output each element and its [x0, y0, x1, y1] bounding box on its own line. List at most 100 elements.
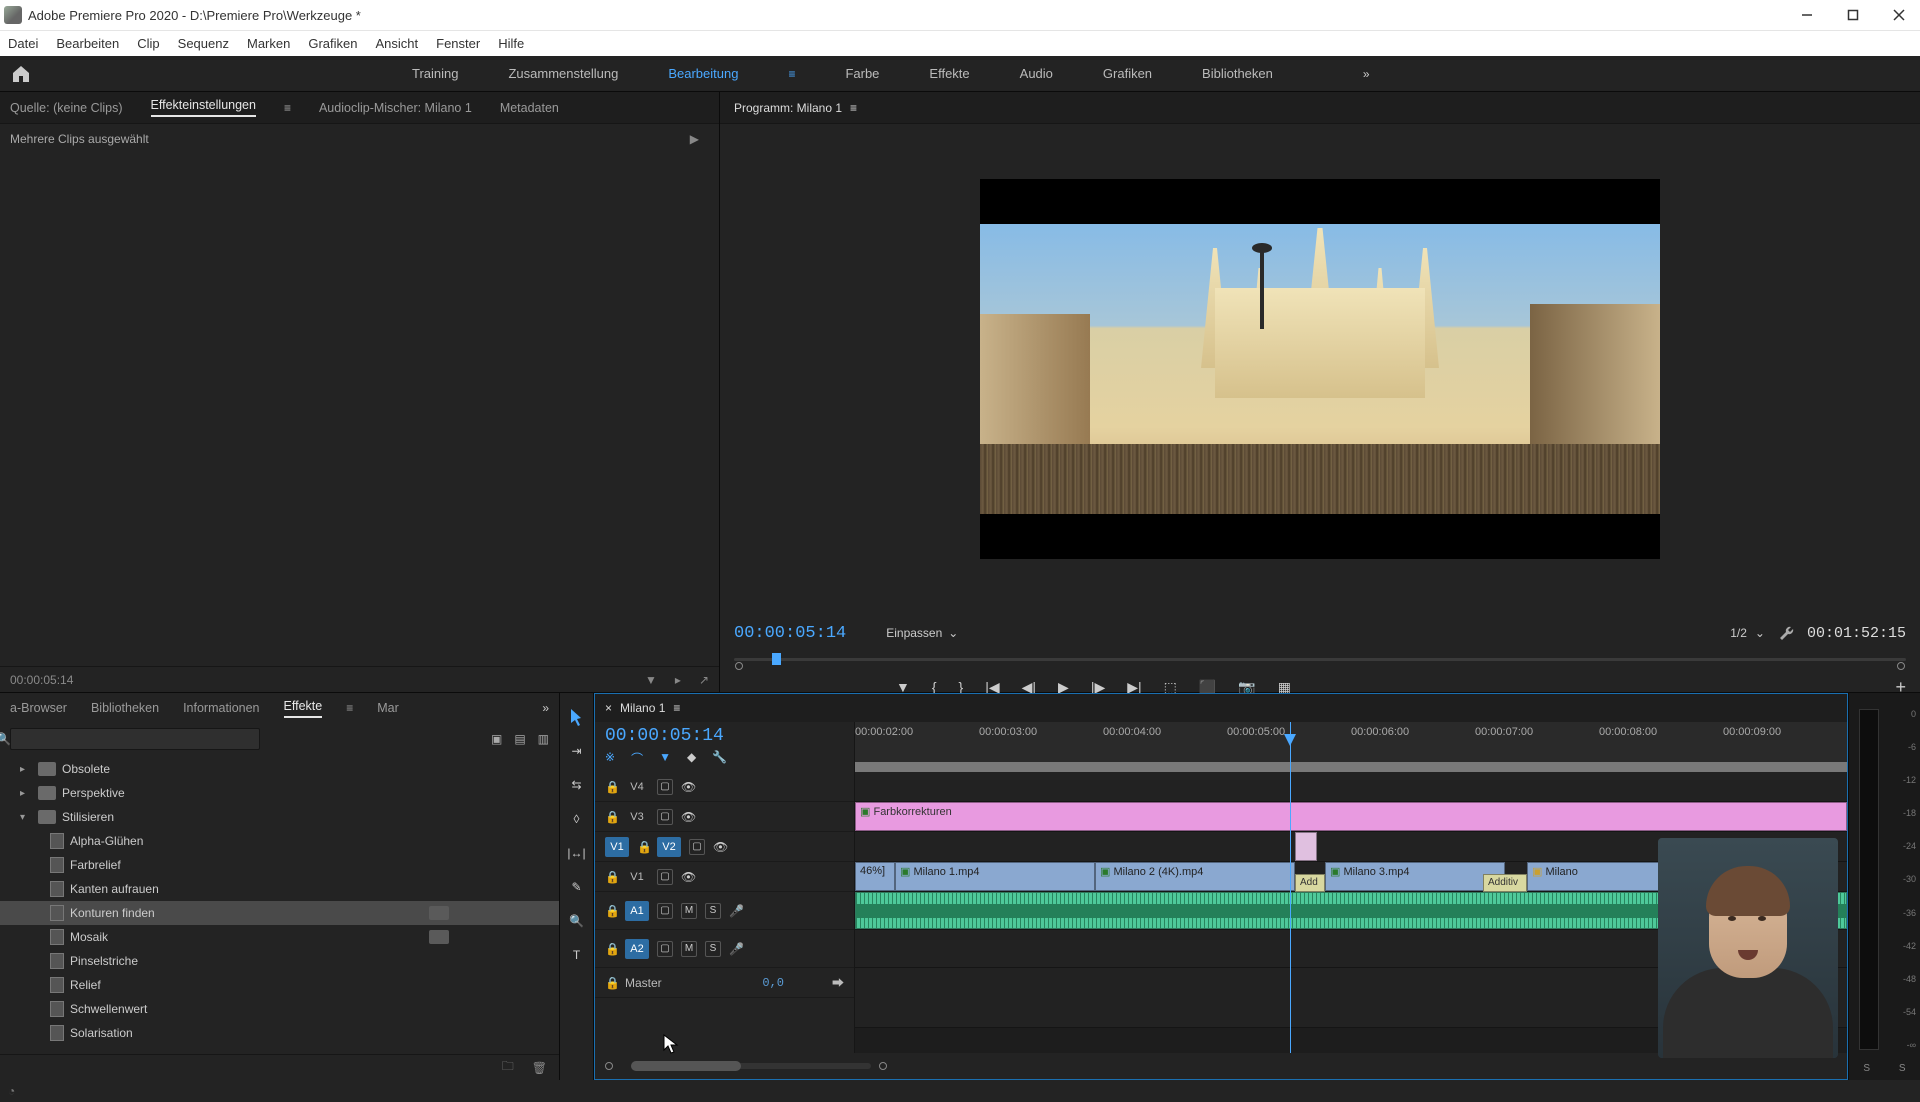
- menu-fenster[interactable]: Fenster: [436, 36, 480, 51]
- settings-icon[interactable]: 🔧: [712, 750, 727, 767]
- program-scrubber[interactable]: [734, 652, 1906, 666]
- tab-metadaten[interactable]: Metadaten: [500, 101, 559, 115]
- snap-icon[interactable]: ※: [605, 750, 615, 767]
- master-value[interactable]: 0,0: [762, 976, 784, 990]
- 32bit-icon[interactable]: ▤: [514, 732, 525, 746]
- tab-mar[interactable]: Mar: [377, 701, 399, 715]
- ripple-tool-icon[interactable]: ⇆: [567, 775, 587, 795]
- program-timecode[interactable]: 00:00:05:14: [734, 624, 846, 643]
- tab-audiomischer[interactable]: Audioclip-Mischer: Milano 1: [319, 101, 472, 115]
- eye-icon[interactable]: 👁: [681, 780, 697, 794]
- ws-effekte[interactable]: Effekte: [929, 66, 969, 81]
- src-a1[interactable]: A1: [625, 901, 649, 921]
- track-master[interactable]: 🔒Master0,0⮕: [595, 968, 854, 998]
- timeline-timecode[interactable]: 00:00:05:14: [605, 726, 844, 746]
- effect-schwellen[interactable]: Schwellenwert: [0, 997, 559, 1021]
- solo-icon[interactable]: S: [705, 903, 721, 919]
- lock-icon[interactable]: 🔒: [605, 976, 617, 990]
- export-icon[interactable]: ↗: [699, 673, 709, 687]
- tab-effekteinst[interactable]: Effekteinstellungen: [151, 98, 256, 117]
- sync-lock-icon[interactable]: ▢: [657, 779, 673, 795]
- menu-bearbeiten[interactable]: Bearbeiten: [56, 36, 119, 51]
- slip-tool-icon[interactable]: |↔|: [567, 843, 587, 863]
- solo-left-icon[interactable]: S: [1863, 1063, 1870, 1074]
- track-a2[interactable]: 🔒A2▢MS🎤: [595, 930, 854, 968]
- filter-icon[interactable]: ▼: [645, 673, 657, 687]
- close-button[interactable]: [1890, 6, 1908, 24]
- sequence-name[interactable]: Milano 1: [620, 701, 665, 715]
- track-v3[interactable]: 🔒V3▢👁: [595, 802, 854, 832]
- effect-konturen[interactable]: Konturen finden: [0, 901, 559, 925]
- effect-mosaik[interactable]: Mosaik: [0, 925, 559, 949]
- ws-bearbeitung[interactable]: Bearbeitung: [668, 66, 738, 81]
- zoom-tool-icon[interactable]: 🔍: [567, 911, 587, 931]
- folder-perspektive[interactable]: ▸Perspektive: [0, 781, 559, 805]
- program-menu-icon[interactable]: ≡: [850, 101, 857, 115]
- home-icon[interactable]: [10, 64, 32, 84]
- add-marker-icon[interactable]: ◆: [687, 750, 696, 767]
- sync-lock-icon[interactable]: ▢: [657, 809, 673, 825]
- resolution-dropdown[interactable]: 1/2⌄: [1730, 626, 1765, 640]
- ws-zusammen[interactable]: Zusammenstellung: [508, 66, 618, 81]
- tab-browser[interactable]: a-Browser: [10, 701, 67, 715]
- menu-marken[interactable]: Marken: [247, 36, 290, 51]
- tab-info[interactable]: Informationen: [183, 701, 259, 715]
- tabs-overflow-icon[interactable]: »: [542, 701, 549, 715]
- new-bin-icon[interactable]: 🗀: [502, 1057, 514, 1078]
- effect-solar[interactable]: Solarisation: [0, 1021, 559, 1045]
- effect-farbrelief[interactable]: Farbrelief: [0, 853, 559, 877]
- mic-icon[interactable]: 🎤: [729, 942, 744, 956]
- lock-icon[interactable]: 🔒: [637, 840, 649, 854]
- ws-menu-icon[interactable]: ≡: [788, 67, 795, 81]
- tab-menu-icon[interactable]: ≡: [346, 701, 353, 715]
- lock-icon[interactable]: 🔒: [605, 942, 617, 956]
- effect-relief[interactable]: Relief: [0, 973, 559, 997]
- track-v4[interactable]: 🔒V4▢👁: [595, 772, 854, 802]
- track-select-tool-icon[interactable]: ⇥: [567, 741, 587, 761]
- folder-stilisieren[interactable]: ▾Stilisieren: [0, 805, 559, 829]
- mute-icon[interactable]: M: [681, 941, 697, 957]
- tab-menu-icon[interactable]: ≡: [284, 101, 291, 115]
- close-seq-icon[interactable]: ×: [605, 701, 612, 715]
- lock-icon[interactable]: 🔒: [605, 780, 617, 794]
- ws-audio[interactable]: Audio: [1020, 66, 1053, 81]
- program-title[interactable]: Programm: Milano 1: [734, 101, 842, 115]
- mic-icon[interactable]: 🎤: [729, 904, 744, 918]
- sync-lock-icon[interactable]: ▢: [689, 839, 705, 855]
- lock-icon[interactable]: 🔒: [605, 904, 617, 918]
- program-monitor[interactable]: [720, 124, 1920, 614]
- menu-sequenz[interactable]: Sequenz: [178, 36, 229, 51]
- menu-clip[interactable]: Clip: [137, 36, 159, 51]
- delete-icon[interactable]: 🗑: [532, 1061, 547, 1075]
- menu-ansicht[interactable]: Ansicht: [375, 36, 418, 51]
- eye-icon[interactable]: 👁: [713, 840, 729, 854]
- pen-tool-icon[interactable]: ✎: [567, 877, 587, 897]
- sync-lock-icon[interactable]: ▢: [657, 869, 673, 885]
- insert-icon[interactable]: ▸: [675, 673, 681, 687]
- settings-wrench-icon[interactable]: [1779, 625, 1795, 641]
- effect-alpha[interactable]: Alpha-Glühen: [0, 829, 559, 853]
- marker-icon[interactable]: ▼: [659, 750, 671, 767]
- yuv-icon[interactable]: ▥: [538, 732, 549, 746]
- accel-icon[interactable]: ▣: [491, 732, 502, 746]
- zoom-fit-dropdown[interactable]: Einpassen⌄: [886, 626, 958, 640]
- effects-tree[interactable]: ▸Obsolete ▸Perspektive ▾Stilisieren Alph…: [0, 755, 559, 1054]
- solo-icon[interactable]: S: [705, 941, 721, 957]
- selection-tool-icon[interactable]: [567, 707, 587, 727]
- track-a1[interactable]: 🔒A1▢MS🎤: [595, 892, 854, 930]
- tab-biblio[interactable]: Bibliotheken: [91, 701, 159, 715]
- menu-datei[interactable]: Datei: [8, 36, 38, 51]
- seq-menu-icon[interactable]: ≡: [673, 701, 680, 715]
- lock-icon[interactable]: 🔒: [605, 810, 617, 824]
- link-icon[interactable]: ⌒: [631, 750, 643, 767]
- track-v2[interactable]: V1🔒V2▢👁: [595, 832, 854, 862]
- folder-obsolete[interactable]: ▸Obsolete: [0, 757, 559, 781]
- time-ruler[interactable]: 00:00:02:00 00:00:03:00 00:00:04:00 00:0…: [855, 722, 1847, 772]
- menu-hilfe[interactable]: Hilfe: [498, 36, 524, 51]
- ws-grafiken[interactable]: Grafiken: [1103, 66, 1152, 81]
- track-v1[interactable]: 🔒V1▢👁: [595, 862, 854, 892]
- minimize-button[interactable]: [1798, 6, 1816, 24]
- tab-quelle[interactable]: Quelle: (keine Clips): [10, 101, 123, 115]
- effects-search-input[interactable]: [10, 728, 260, 750]
- razor-tool-icon[interactable]: ◊: [567, 809, 587, 829]
